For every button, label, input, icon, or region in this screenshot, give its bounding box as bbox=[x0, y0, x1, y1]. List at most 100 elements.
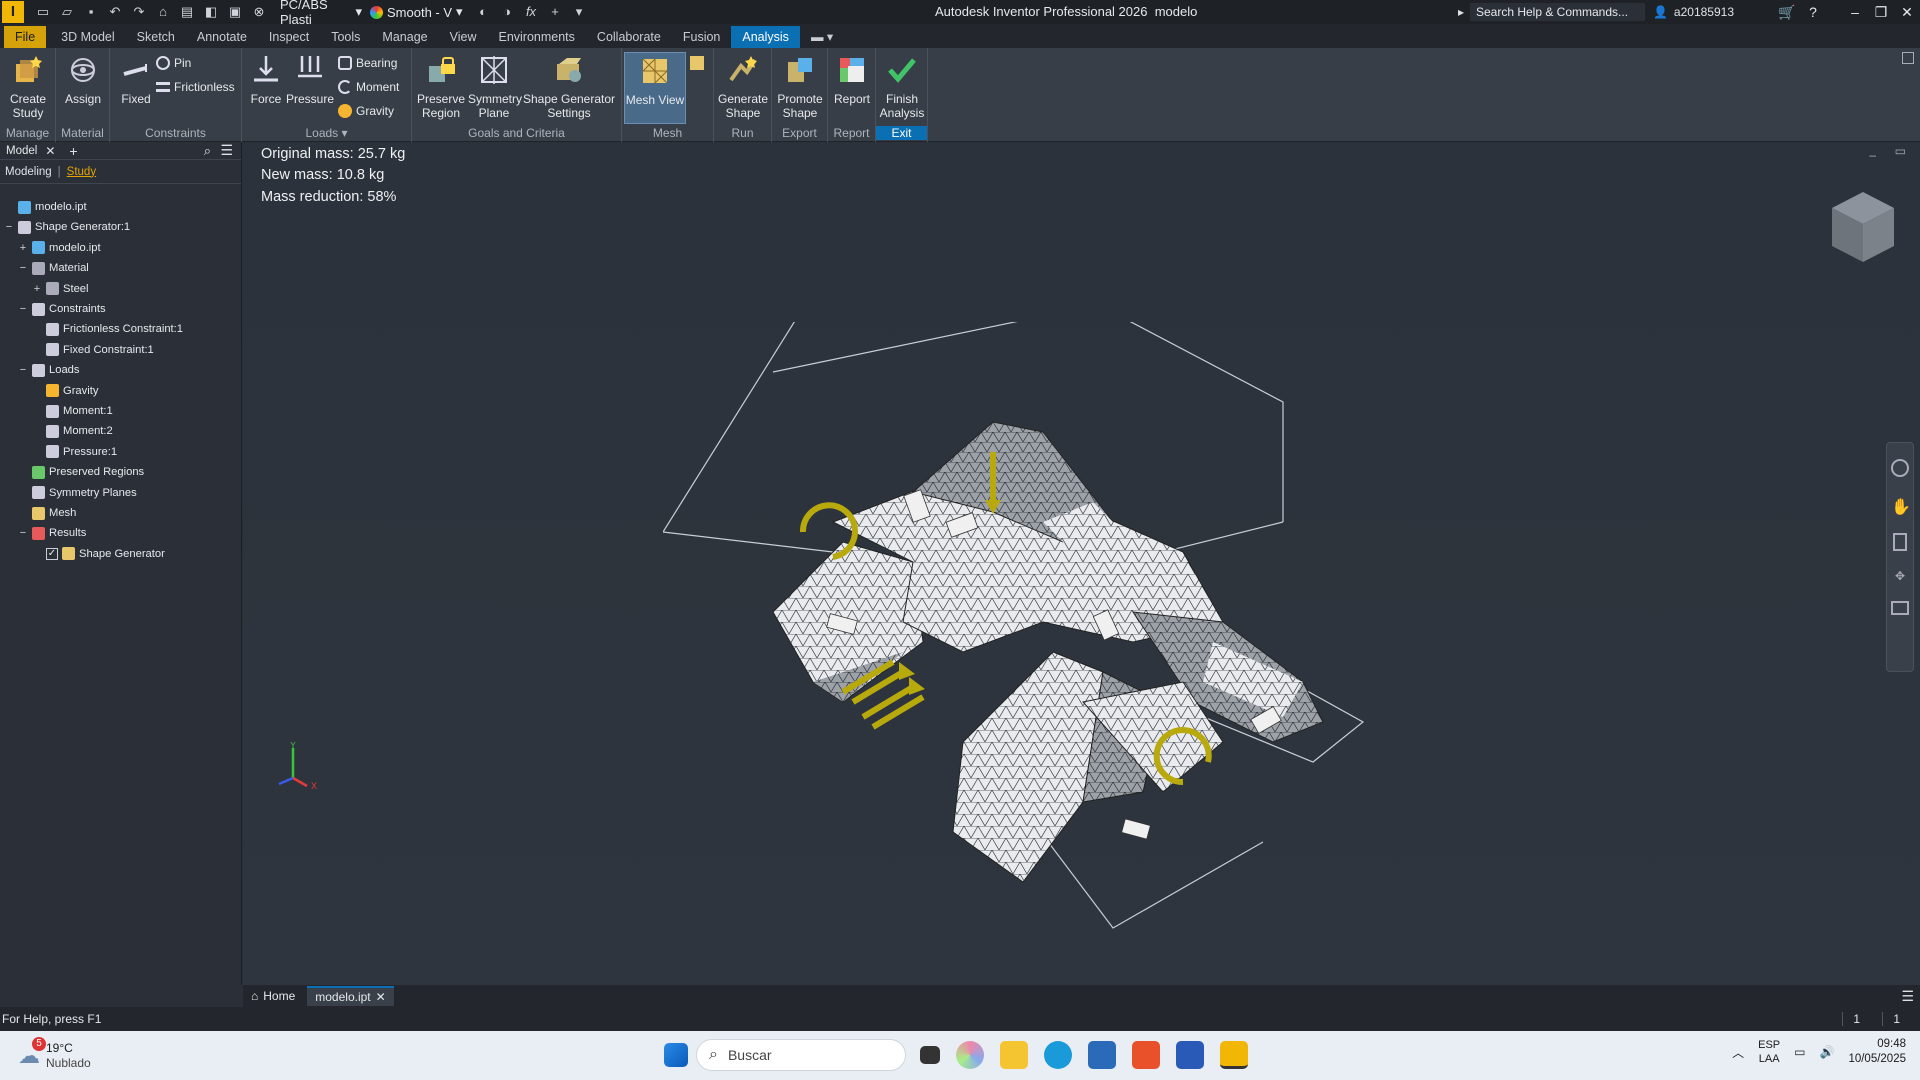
tab-sketch[interactable]: Sketch bbox=[126, 26, 186, 48]
pin-button[interactable]: Pin bbox=[156, 52, 191, 74]
inventor-taskbar-icon[interactable] bbox=[1220, 1041, 1248, 1069]
viewcube[interactable] bbox=[1828, 188, 1898, 268]
home-icon[interactable]: ⌂ bbox=[156, 5, 170, 19]
print-icon[interactable]: ▤ bbox=[180, 5, 194, 19]
tree-node[interactable]: ✓ Shape Generator bbox=[32, 545, 165, 563]
tree-node[interactable]: Pressure:1 bbox=[32, 443, 117, 461]
tab-manage[interactable]: Manage bbox=[371, 26, 438, 48]
force-button[interactable]: Force bbox=[246, 52, 286, 106]
tab-extra-dropdown[interactable]: ▬ ▾ bbox=[800, 26, 844, 48]
pan-icon[interactable]: ✋ bbox=[1891, 497, 1911, 517]
tree-node[interactable]: modelo.ipt bbox=[4, 198, 87, 216]
select-icon[interactable]: ▣ bbox=[228, 5, 242, 19]
preserve-region-button[interactable]: Preserve Region bbox=[416, 52, 466, 120]
volume-icon[interactable]: 🔊 bbox=[1819, 1045, 1834, 1059]
tree-node[interactable]: − Material bbox=[18, 259, 89, 277]
weather-widget[interactable]: ☁ 5 19°C Nublado bbox=[18, 1036, 91, 1071]
clear-appearance-icon[interactable]: ◑ bbox=[500, 5, 514, 19]
viewport-minimize-icon[interactable]: – bbox=[1869, 148, 1876, 162]
inventor-logo-icon[interactable]: I bbox=[2, 1, 24, 23]
viewport-maximize-icon[interactable]: ▭ bbox=[1895, 144, 1906, 158]
tab-analysis[interactable]: Analysis bbox=[731, 26, 800, 48]
tree-node[interactable]: − Results bbox=[18, 524, 86, 542]
user-account[interactable]: 👤 a20185913 bbox=[1653, 5, 1734, 19]
tree-node[interactable]: + modelo.ipt bbox=[18, 239, 101, 257]
expand-toggle-icon[interactable]: − bbox=[18, 364, 28, 376]
tree-node[interactable]: − Constraints bbox=[18, 300, 106, 318]
fx-icon[interactable]: fx bbox=[524, 5, 538, 19]
orbit-icon[interactable]: ✥ bbox=[1891, 569, 1909, 583]
assign-button[interactable]: Assign bbox=[59, 52, 107, 106]
create-study-button[interactable]: Create Study bbox=[4, 52, 52, 120]
symmetry-plane-button[interactable]: Symmetry Plane bbox=[468, 52, 522, 120]
tab-document[interactable]: modelo.ipt ✕ bbox=[307, 986, 394, 1006]
language-indicator[interactable]: ESP LAA bbox=[1758, 1038, 1780, 1066]
tab-collaborate[interactable]: Collaborate bbox=[586, 26, 672, 48]
minimize-button[interactable]: – bbox=[1842, 4, 1868, 20]
network-icon[interactable]: ▭ bbox=[1794, 1045, 1805, 1059]
study-mode-link[interactable]: Study bbox=[67, 166, 96, 178]
adjust-icon[interactable]: ◐ bbox=[476, 5, 490, 19]
shape-generator-settings-button[interactable]: Shape Generator Settings bbox=[520, 52, 618, 120]
undo-icon[interactable]: ↶ bbox=[108, 5, 122, 19]
cart-icon[interactable]: 🛒 bbox=[1774, 4, 1800, 21]
tab-annotate[interactable]: Annotate bbox=[186, 26, 258, 48]
visibility-checkbox[interactable]: ✓ bbox=[46, 547, 58, 560]
help-icon[interactable]: ? bbox=[1800, 4, 1826, 20]
taskbar-search[interactable]: ⌕ Buscar bbox=[696, 1039, 906, 1071]
close-icon[interactable]: ✕ bbox=[45, 144, 55, 158]
measure-icon[interactable]: ◧ bbox=[204, 5, 218, 19]
report-button[interactable]: Report bbox=[828, 52, 876, 106]
redo-icon[interactable]: ↷ bbox=[132, 5, 146, 19]
tree-node[interactable]: Mesh bbox=[18, 504, 76, 522]
search-expand-icon[interactable]: ▸ bbox=[1458, 5, 1464, 19]
appearance-dropdown[interactable]: Smooth - V ▾ bbox=[366, 4, 476, 20]
fixed-button[interactable]: Fixed bbox=[116, 52, 156, 106]
customize-icon[interactable]: ▾ bbox=[572, 5, 586, 19]
tree-node[interactable]: + Steel bbox=[32, 280, 89, 298]
expand-toggle-icon[interactable]: − bbox=[4, 221, 14, 233]
expand-toggle-icon[interactable]: + bbox=[32, 283, 42, 295]
brave-icon[interactable] bbox=[1132, 1041, 1160, 1069]
store-icon[interactable] bbox=[1088, 1041, 1116, 1069]
tab-menu-icon[interactable]: ☰ bbox=[1901, 988, 1914, 1005]
look-at-icon[interactable] bbox=[1891, 601, 1909, 615]
frictionless-button[interactable]: Frictionless bbox=[156, 76, 235, 98]
finish-analysis-button[interactable]: Finish Analysis bbox=[878, 52, 926, 120]
tab-home[interactable]: ⌂ Home bbox=[243, 986, 303, 1006]
tree-node[interactable]: Moment:2 bbox=[32, 422, 113, 440]
tab-fusion[interactable]: Fusion bbox=[672, 26, 732, 48]
zoom-icon[interactable] bbox=[1893, 533, 1907, 551]
bearing-button[interactable]: Bearing bbox=[338, 52, 397, 74]
expand-toggle-icon[interactable]: − bbox=[18, 262, 28, 274]
promote-shape-button[interactable]: Promote Shape bbox=[775, 52, 825, 120]
tree-node[interactable]: Gravity bbox=[32, 382, 98, 400]
tree-node[interactable]: Preserved Regions bbox=[18, 463, 144, 481]
tab-environments[interactable]: Environments bbox=[487, 26, 585, 48]
tab-file[interactable]: File bbox=[4, 26, 47, 48]
generate-shape-button[interactable]: Generate Shape bbox=[718, 52, 768, 120]
modeling-mode-link[interactable]: Modeling bbox=[5, 166, 52, 178]
copilot-icon[interactable] bbox=[956, 1041, 984, 1069]
clock[interactable]: 09:48 10/05/2025 bbox=[1848, 1037, 1906, 1067]
new-file-icon[interactable]: ▭ bbox=[36, 5, 50, 19]
cancel-icon[interactable]: ⊗ bbox=[252, 5, 266, 19]
task-view-icon[interactable] bbox=[920, 1046, 940, 1064]
menu-icon[interactable]: ☰ bbox=[220, 142, 233, 159]
windows-start-icon[interactable] bbox=[664, 1043, 688, 1067]
expand-toggle-icon[interactable]: − bbox=[18, 527, 28, 539]
tree-node[interactable]: Moment:1 bbox=[32, 402, 113, 420]
restore-button[interactable]: ❐ bbox=[1868, 4, 1894, 21]
word-icon[interactable] bbox=[1176, 1041, 1204, 1069]
tab-view[interactable]: View bbox=[439, 26, 488, 48]
file-explorer-icon[interactable] bbox=[1000, 1041, 1028, 1069]
browser-tab-model[interactable]: Model bbox=[0, 145, 43, 157]
tab-tools[interactable]: Tools bbox=[320, 26, 371, 48]
gravity-button[interactable]: Gravity bbox=[338, 100, 394, 122]
moment-button[interactable]: Moment bbox=[338, 76, 399, 98]
expand-toggle-icon[interactable]: + bbox=[18, 242, 28, 254]
graphics-viewport[interactable]: Original mass: 25.7 kg New mass: 10.8 kg… bbox=[243, 142, 1920, 985]
material-dropdown[interactable]: PC/ABS Plasti ▾ bbox=[276, 0, 366, 27]
tree-node[interactable]: Frictionless Constraint:1 bbox=[32, 320, 183, 338]
panel-label-loads[interactable]: Loads ▾ bbox=[242, 126, 411, 140]
